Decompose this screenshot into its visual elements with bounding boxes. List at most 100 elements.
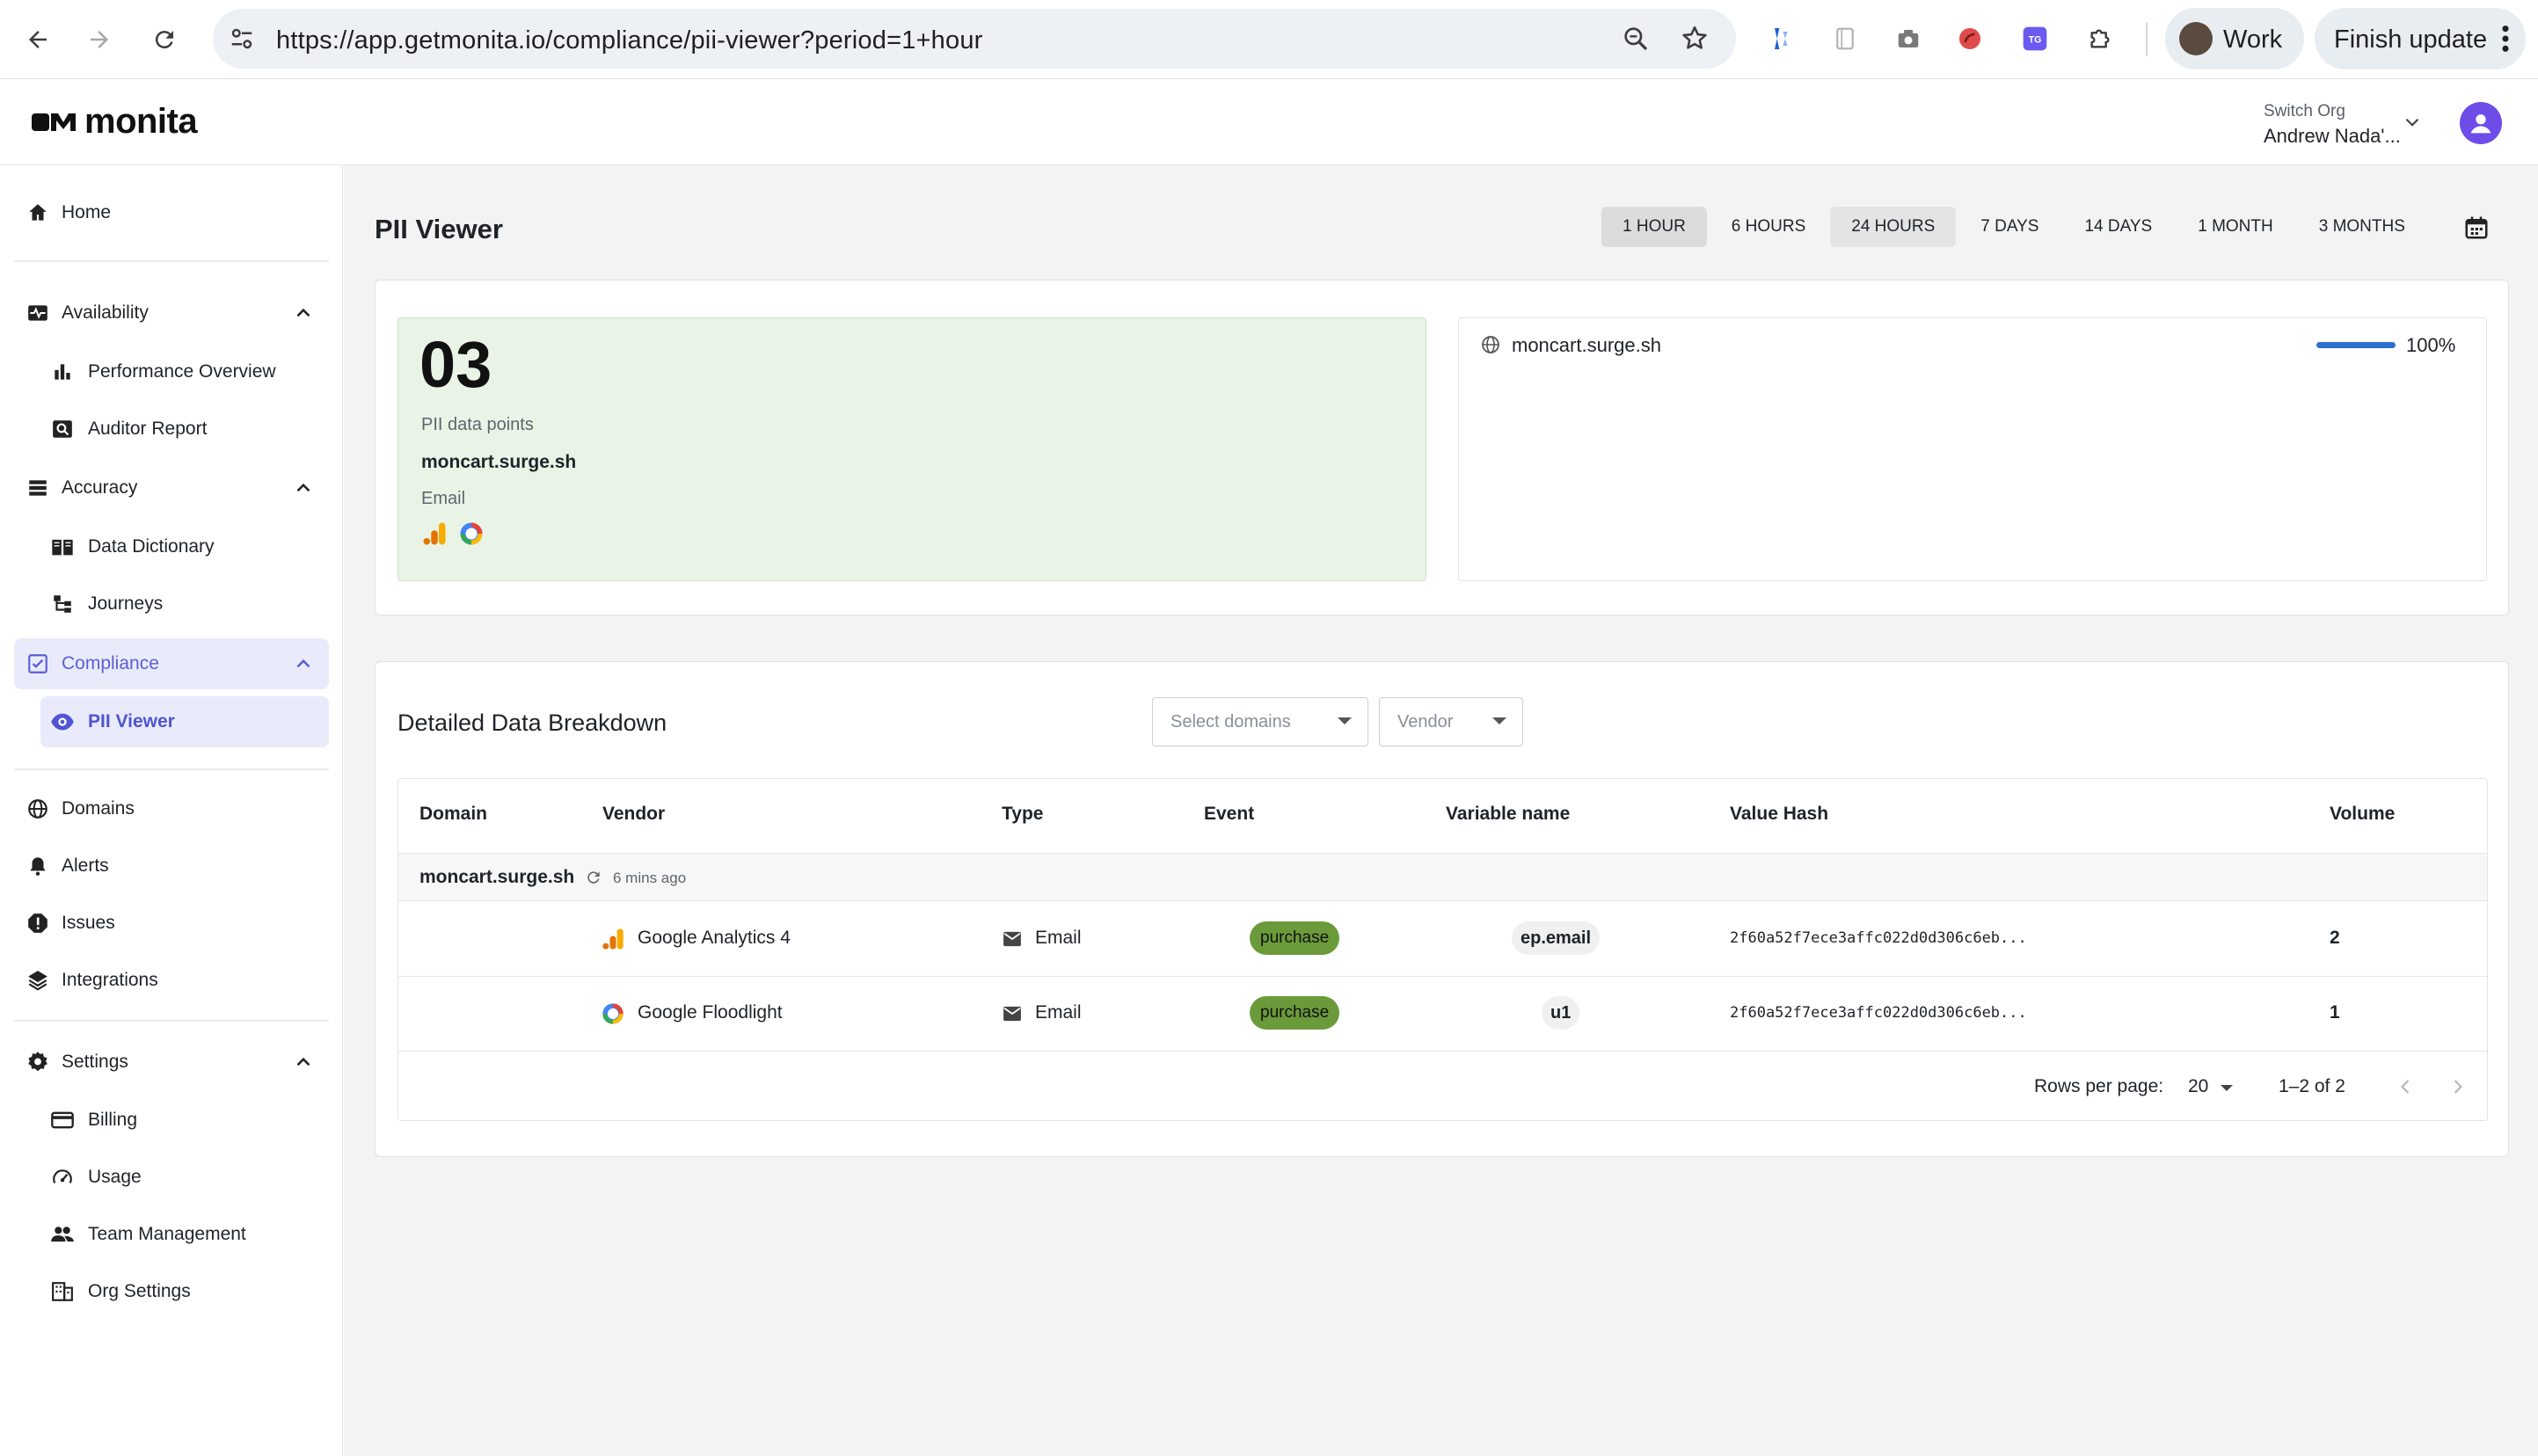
reload-button[interactable] (144, 19, 185, 60)
variable-chip: ep.email (1512, 921, 1601, 955)
forward-button[interactable] (79, 19, 120, 60)
mail-icon (1003, 931, 1021, 947)
more-vert-icon (2502, 25, 2509, 52)
column-header-event[interactable]: Event (1204, 804, 1254, 825)
sidebar-item-data-dictionary[interactable]: Data Dictionary (40, 521, 329, 572)
sidebar-item-team-management[interactable]: Team Management (40, 1209, 329, 1260)
domain-select[interactable]: Select domains (1152, 697, 1368, 746)
camera-icon[interactable] (1893, 23, 1924, 55)
logo-text: monita (84, 102, 198, 141)
vendor-select-placeholder: Vendor (1397, 712, 1454, 732)
period-14-days[interactable]: 14 DAYS (2063, 207, 2173, 247)
domain-share-percent: 100% (2406, 334, 2456, 356)
sidebar-item-pii-viewer[interactable]: PII Viewer (40, 696, 329, 747)
table-row[interactable]: Google Floodlight Email purchase u1 2f60… (398, 977, 2487, 1052)
google-floodlight-icon (602, 1003, 624, 1024)
column-header-type[interactable]: Type (1002, 804, 1043, 825)
domain-share-name[interactable]: moncart.surge.sh (1512, 334, 1661, 357)
mail-icon (1003, 1006, 1021, 1022)
url-text[interactable]: https://app.getmonita.io/compliance/pii-… (276, 26, 983, 55)
sidebar-item-domains[interactable]: Domains (14, 783, 329, 834)
address-bar[interactable]: https://app.getmonita.io/compliance/pii-… (213, 9, 1736, 69)
monita-logo[interactable]: monita (32, 102, 198, 142)
notes-icon[interactable] (1829, 23, 1861, 55)
tag-assistant-icon[interactable] (1766, 23, 1798, 55)
refresh-icon[interactable] (585, 869, 602, 886)
pii-count-card[interactable]: 03 PII data points moncart.surge.sh Emai… (397, 317, 1426, 581)
period-7-days[interactable]: 7 DAYS (1959, 207, 2060, 247)
sidebar-item-issues[interactable]: Issues (14, 898, 329, 949)
domain-share-bar (2316, 342, 2396, 348)
table-row[interactable]: Google Analytics 4 Email purchase ep.ema… (398, 902, 2487, 977)
people-icon (49, 1221, 76, 1248)
hash-cell[interactable]: 2f60a52f7ece3affc022d0d306c6eb... (1730, 1004, 2027, 1022)
puzzle-icon[interactable] (2084, 23, 2116, 55)
chevron-down-icon[interactable] (2401, 111, 2424, 134)
sidebar-item-settings[interactable]: Settings (14, 1037, 329, 1088)
period-3-months[interactable]: 3 MONTHS (2298, 207, 2426, 247)
rows-per-page-select[interactable]: 20 (2188, 1076, 2208, 1097)
column-header-vendor[interactable]: Vendor (602, 804, 665, 825)
globe-icon (25, 796, 51, 822)
sidebar-item-alerts[interactable]: Alerts (14, 841, 329, 892)
finish-update-button[interactable]: Finish update (2315, 8, 2526, 69)
sidebar-item-label: Journeys (88, 593, 164, 614)
hash-cell[interactable]: 2f60a52f7ece3affc022d0d306c6eb... (1730, 929, 2027, 947)
sidebar-item-label: PII Viewer (88, 711, 175, 732)
google-analytics-icon (602, 928, 624, 950)
user-avatar[interactable] (2460, 102, 2502, 144)
column-header-variable-name[interactable]: Variable name (1446, 804, 1570, 825)
sidebar-item-availability[interactable]: Availability (14, 288, 329, 339)
period-1-month[interactable]: 1 MONTH (2177, 207, 2294, 247)
sidebar-item-journeys[interactable]: Journeys (40, 579, 329, 630)
column-header-value-hash[interactable]: Value Hash (1730, 804, 1828, 825)
sidebar-item-integrations[interactable]: Integrations (14, 955, 329, 1006)
sidebar-item-label: Domains (62, 798, 135, 819)
profile-avatar (2179, 22, 2213, 55)
calendar-icon[interactable] (2463, 215, 2490, 241)
sidebar-item-org-settings[interactable]: Org Settings (40, 1266, 329, 1317)
dropdown-arrow-icon (1338, 717, 1352, 724)
sidebar-item-billing[interactable]: Billing (40, 1095, 329, 1146)
dropdown-arrow-icon[interactable] (2221, 1085, 2233, 1091)
table-group-row[interactable]: moncart.surge.sh 6 mins ago (398, 854, 2487, 901)
vendor-select[interactable]: Vendor (1379, 697, 1523, 746)
column-header-volume[interactable]: Volume (2330, 804, 2395, 825)
domain-select-placeholder: Select domains (1171, 712, 1291, 732)
sidebar-item-usage[interactable]: Usage (40, 1152, 329, 1203)
profile-button[interactable]: Work (2165, 8, 2304, 69)
extension-red-icon[interactable] (1954, 23, 1986, 55)
group-domain: moncart.surge.sh (419, 867, 575, 887)
event-badge: purchase (1250, 921, 1340, 955)
sidebar-item-performance-overview[interactable]: Performance Overview (40, 346, 329, 397)
pii-count: 03 (419, 328, 492, 401)
bell-icon (25, 853, 51, 879)
bookmark-star-icon[interactable] (1680, 24, 1710, 54)
sidebar-item-compliance[interactable]: Compliance (14, 638, 329, 689)
period-24-hours[interactable]: 24 HOURS (1830, 207, 1957, 247)
volume-cell: 2 (2330, 928, 2340, 948)
sidebar-item-label: Org Settings (88, 1281, 191, 1301)
detail-title: Detailed Data Breakdown (397, 710, 667, 736)
chevron-left-icon[interactable] (2393, 1074, 2418, 1099)
zoom-icon[interactable] (1622, 25, 1650, 53)
sidebar-item-label: Performance Overview (88, 361, 276, 382)
column-header-domain[interactable]: Domain (419, 804, 487, 825)
sidebar-item-home[interactable]: Home (14, 187, 329, 238)
period-1-hour[interactable]: 1 HOUR (1601, 207, 1707, 247)
user-icon (2470, 114, 2491, 134)
period-6-hours[interactable]: 6 HOURS (1710, 207, 1827, 247)
sidebar-item-accuracy[interactable]: Accuracy (14, 462, 329, 513)
forward-arrow-icon (91, 31, 108, 48)
tg-icon-label: TG (2029, 35, 2042, 46)
building-icon (49, 1278, 76, 1305)
sidebar-item-label: Integrations (62, 970, 158, 990)
sidebar-item-auditor-report[interactable]: Auditor Report (40, 404, 329, 455)
chevron-right-icon[interactable] (2446, 1074, 2470, 1099)
back-button[interactable] (18, 19, 58, 60)
gear-icon (25, 1049, 51, 1075)
sidebar-item-label: Billing (88, 1110, 138, 1130)
site-settings-icon[interactable] (229, 25, 255, 52)
volume-cell: 1 (2330, 1002, 2340, 1023)
tg-icon[interactable]: TG (2019, 23, 2051, 55)
